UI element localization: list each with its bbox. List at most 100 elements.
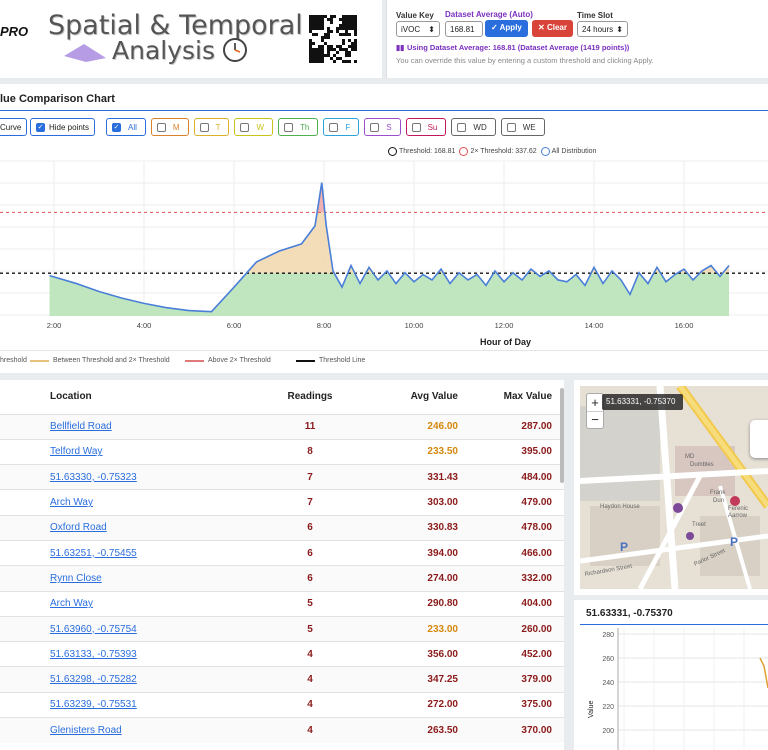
location-link[interactable]: 51.63298, -0.75282 — [50, 674, 137, 685]
table-row[interactable]: Rynn Close 6 274.00 332.00 — [0, 565, 564, 592]
table-row[interactable]: Glenisters Road 4 263.50 370.00 — [0, 717, 564, 743]
table-row[interactable]: 51.63330, -0.75323 7 331.43 484.00 — [0, 464, 564, 490]
table-row[interactable]: 51.63251, -0.75455 6 394.00 466.00 — [0, 540, 564, 565]
cell-max: 452.00 — [521, 648, 552, 660]
cell-avg: 246.00 — [427, 421, 458, 433]
hourly-line-chart[interactable]: 2:00 4:00 6:00 8:00 10:00 12:00 14:00 16:00 — [0, 156, 768, 348]
location-link[interactable]: Arch Way — [50, 497, 93, 508]
x-tick-label: 4:00 — [137, 321, 152, 330]
checkbox-icon — [199, 122, 209, 132]
location-map[interactable]: P P MD Haydon House Frank Dun Dumbles Fe… — [580, 386, 768, 589]
location-link[interactable]: Rynn Close — [50, 573, 102, 584]
table-row[interactable]: Arch Way 5 290.80 404.00 — [0, 591, 564, 616]
location-link[interactable]: 51.63330, -0.75323 — [50, 472, 137, 483]
table-row[interactable]: Arch Way 7 303.00 479.00 — [0, 489, 564, 515]
curve-toggle[interactable]: Curve — [0, 118, 28, 136]
location-table-panel: Location Readings Avg Value Max Value Be… — [0, 380, 564, 750]
checkbox-icon — [156, 122, 166, 132]
col-location[interactable]: Location — [0, 380, 250, 414]
day-filter-m[interactable]: M — [150, 118, 189, 136]
table-row[interactable]: Oxford Road 6 330.83 478.00 — [0, 515, 564, 541]
col-max[interactable]: Max Value — [470, 380, 564, 414]
cell-readings: 4 — [307, 674, 313, 686]
logo: PRO — [0, 24, 29, 39]
apply-button[interactable]: ✓ Apply — [485, 20, 528, 37]
day-filter-s[interactable]: S — [364, 118, 401, 136]
col-readings[interactable]: Readings — [250, 380, 370, 414]
hide-points-toggle[interactable]: ✓ Hide points — [30, 118, 96, 136]
table-row[interactable]: 51.63239, -0.75531 4 272.00 375.00 — [0, 692, 564, 717]
value-key-select[interactable]: iVOC ⬍ — [396, 21, 440, 37]
svg-text:P: P — [620, 540, 628, 554]
threshold-input-value: 168.81 — [450, 25, 475, 34]
select-arrows-icon: ⬍ — [616, 25, 623, 34]
day-filter-wd[interactable]: WD — [451, 118, 496, 136]
x-tick-label: 8:00 — [317, 321, 332, 330]
cell-avg: 347.25 — [427, 674, 458, 686]
day-filter-w[interactable]: W — [234, 118, 274, 136]
cell-max: 484.00 — [521, 471, 552, 483]
header-brand: PRO Spatial & Temporal Analysis — [0, 0, 382, 78]
threshold-input[interactable]: 168.81 — [445, 21, 483, 37]
location-link[interactable]: 51.63239, -0.75531 — [50, 699, 137, 710]
dataset-avg-label: Dataset Average (Auto) — [445, 10, 533, 19]
table-row[interactable]: Telford Way 8 233.50 395.00 — [0, 439, 564, 464]
svg-text:Dun: Dun — [713, 498, 724, 504]
time-slot-value: 24 hours — [582, 25, 614, 34]
legend-below: hreshold — [0, 357, 27, 364]
table-row[interactable]: 51.63960, -0.75754 5 233.00 260.00 — [0, 616, 564, 642]
location-link[interactable]: Oxford Road — [50, 522, 107, 533]
day-filter-th[interactable]: Th — [278, 118, 319, 136]
time-slot-select[interactable]: 24 hours ⬍ — [577, 21, 628, 37]
table-row[interactable]: Bellfield Road 11 246.00 287.00 — [0, 414, 564, 440]
day-filter-we[interactable]: WE — [500, 118, 545, 136]
table-row[interactable]: 51.63298, -0.75282 4 347.25 379.00 — [0, 666, 564, 693]
day-filter-f[interactable]: F — [323, 118, 360, 136]
map-layer-control[interactable] — [750, 420, 768, 458]
qr-code-icon[interactable] — [309, 15, 357, 63]
location-link[interactable]: 51.63960, -0.75754 — [50, 624, 137, 635]
hide-points-label: Hide points — [49, 122, 90, 132]
svg-text:Dumbles: Dumbles — [690, 462, 714, 468]
day-filter-all[interactable]: ✓ All — [106, 118, 146, 136]
apply-label: Apply — [499, 23, 522, 32]
mini-y-tick: 260 — [602, 656, 614, 663]
cell-location: Rynn Close — [0, 566, 250, 591]
day-filter-t[interactable]: T — [193, 118, 230, 136]
cell-max: 332.00 — [521, 572, 552, 584]
location-link[interactable]: Arch Way — [50, 598, 93, 609]
legend-all-text: All Distribution — [551, 148, 597, 155]
cell-location: Bellfield Road — [0, 414, 250, 439]
svg-text:Treet: Treet — [692, 522, 706, 528]
clear-button[interactable]: ✕ Clear — [532, 20, 573, 37]
cell-max: 260.00 — [521, 623, 552, 635]
cell-max: 370.00 — [521, 724, 552, 736]
col-avg[interactable]: Avg Value — [370, 380, 470, 414]
location-link[interactable]: Telford Way — [50, 446, 102, 457]
location-link[interactable]: 51.63133, -0.75393 — [50, 649, 137, 660]
table-row[interactable]: 51.63133, -0.75393 4 356.00 452.00 — [0, 641, 564, 667]
table-body: Bellfield Road 11 246.00 287.00 Telford Way 8… — [0, 414, 564, 743]
location-link[interactable]: Bellfield Road — [50, 421, 112, 432]
zoom-out-button[interactable]: − — [587, 412, 603, 429]
zoom-in-button[interactable]: + — [587, 394, 603, 412]
day-filter-label: F — [345, 122, 351, 132]
cell-location: 51.63133, -0.75393 — [0, 642, 250, 667]
location-table: Location Readings Avg Value Max Value Be… — [0, 380, 564, 743]
detail-chart[interactable]: 280 260 240 220 200 — [574, 628, 768, 750]
location-link[interactable]: 51.63251, -0.75455 — [50, 548, 137, 559]
x-tick-label: 10:00 — [405, 321, 424, 330]
cell-readings: 4 — [307, 724, 313, 736]
location-link[interactable]: Glenisters Road — [50, 725, 122, 736]
cell-avg: 331.43 — [427, 471, 458, 483]
all-legend-icon — [540, 147, 550, 156]
day-filter-su[interactable]: Su — [405, 118, 447, 136]
cell-avg: 290.80 — [427, 598, 458, 610]
select-arrows-icon: ⬍ — [428, 25, 435, 34]
cell-location: Oxford Road — [0, 515, 250, 540]
x-axis-label: Hour of Day — [480, 337, 532, 347]
cell-avg: 233.00 — [427, 623, 458, 635]
mini-y-tick: 220 — [602, 704, 614, 711]
day-filter-label: T — [215, 122, 221, 132]
table-scrollbar[interactable] — [560, 388, 564, 483]
